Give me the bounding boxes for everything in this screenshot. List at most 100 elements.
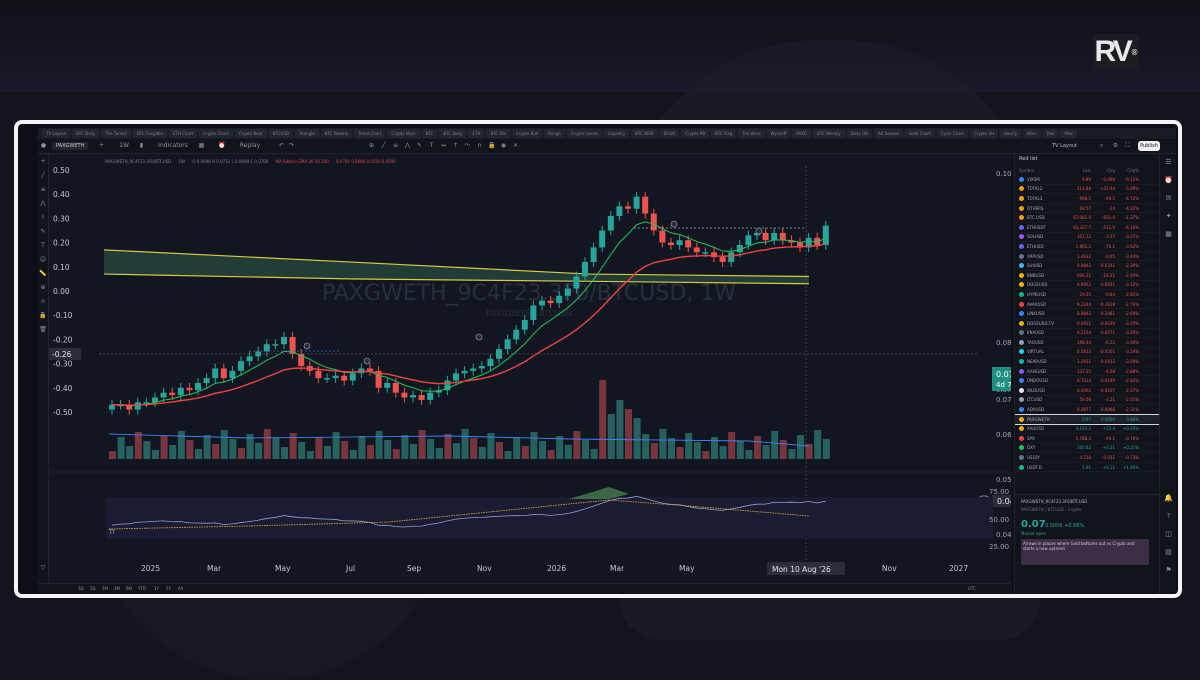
watchlist-row[interactable]: ENAUSD 0.2104 -0.0071 -3.26% — [1015, 329, 1159, 339]
projection-icon[interactable]: ⌇ — [39, 214, 47, 222]
chart-tab[interactable]: Crypto Main — [387, 129, 420, 138]
notifications-icon[interactable]: 🔔 — [1164, 494, 1173, 503]
chart-tab[interactable]: Crypto Levels — [566, 129, 603, 138]
range-all[interactable]: All — [178, 586, 183, 591]
watchlist-row[interactable]: ETHUSDT 63,327.7 -511.0 -4.10% — [1015, 223, 1159, 233]
undo-icon[interactable]: ↶ — [278, 142, 285, 149]
interval-button[interactable]: 1W — [118, 142, 130, 149]
chart-tab[interactable]: Crypto Bear — [234, 129, 267, 138]
watchlist-row[interactable]: VIRTUAL 0.5813 -0.0201 -3.34% — [1015, 348, 1159, 358]
hide-icon[interactable]: ◉ — [500, 142, 507, 149]
watchlist-row[interactable]: ETHUSD 1,865.2 -70.1 -3.62% — [1015, 242, 1159, 252]
chart-tab[interactable]: ETH Chart — [168, 129, 198, 138]
watchlist-row[interactable]: SPX 5,788.3 -44.1 -0.76% — [1015, 434, 1159, 444]
fullscreen-icon[interactable]: ⛶ — [1124, 142, 1131, 149]
draw-path-icon[interactable]: 〜 — [464, 142, 471, 149]
chart-tab[interactable]: Liquidity — [604, 129, 630, 138]
watchlist-row[interactable]: LINKUSD 8.9843 -0.2481 -2.69% — [1015, 309, 1159, 319]
alerts-icon[interactable]: ⏰ — [1164, 176, 1173, 185]
indicators-button[interactable]: Indicators — [158, 142, 188, 149]
chart-tab[interactable]: Crypto Chart — [199, 129, 233, 138]
chart-tab[interactable]: Wyckoff — [766, 129, 791, 138]
draw-pattern-icon[interactable]: ⋀ — [404, 142, 411, 149]
watchlist-row[interactable]: BNBUSD 600.31 -18.21 -2.94% — [1015, 271, 1159, 281]
layers-icon[interactable]: ◫ — [1164, 530, 1173, 539]
lock-drawings-icon[interactable]: 🔒 — [39, 312, 47, 320]
watchlist-row[interactable]: SOLUSD 101.22 -3.37 -3.21% — [1015, 233, 1159, 243]
ruler-icon[interactable]: 📏 — [39, 270, 47, 278]
chart-tab[interactable]: BTC Daily — [72, 129, 100, 138]
brush-icon[interactable]: ✎ — [39, 228, 47, 236]
settings-icon[interactable]: ⚙ — [1112, 142, 1119, 149]
timezone-label[interactable]: UTC — [968, 586, 976, 591]
alert-icon[interactable]: ⏰ — [218, 142, 225, 149]
chart-tab[interactable]: Dex — [1042, 129, 1059, 138]
watchlist-row[interactable]: PAXGWETH 0.07 0.0006 0.86% — [1015, 413, 1159, 426]
watchlist-row[interactable]: USDT.D 5.91 +0.11 +1.90% — [1015, 463, 1159, 473]
magnet-icon[interactable]: ∩ — [39, 298, 47, 306]
watchlist-row[interactable]: VIXSM 9.89 -0.006 -0.11% — [1015, 175, 1159, 185]
chart-tab[interactable]: Trendline — [738, 129, 765, 138]
chart-tab[interactable]: ETH — [468, 129, 485, 138]
help-icon[interactable]: ? — [1164, 512, 1173, 521]
chart-tab[interactable]: PAXG — [792, 129, 812, 138]
watchlist-row[interactable]: NEARUSD 1.2931 -0.0412 -3.09% — [1015, 357, 1159, 367]
chart-tab[interactable]: Triangle — [294, 129, 319, 138]
magnet-icon[interactable]: ∩ — [476, 142, 483, 149]
chart-tab[interactable]: BTC RSI — [486, 129, 510, 138]
draw-crosshair-icon[interactable]: ⊕ — [368, 142, 375, 149]
avatar-icon[interactable]: ● — [40, 142, 47, 149]
chart-tab[interactable]: TV Layout — [42, 129, 71, 138]
watchlist-row[interactable]: AAVEUSD 137.55 -4.08 -2.88% — [1015, 367, 1159, 377]
chart-tab[interactable]: Elliott — [659, 129, 680, 138]
chart-tab[interactable]: Misc — [1060, 129, 1078, 138]
chart-tab[interactable]: Crypto Bull — [511, 129, 543, 138]
watchlist-row[interactable]: DOGEUSD 0.0952 -0.0031 -3.12% — [1015, 281, 1159, 291]
redo-icon[interactable]: ↷ — [288, 142, 295, 149]
chart-tab[interactable]: BTC Daily — [439, 129, 467, 138]
range-5d[interactable]: 5D — [90, 586, 96, 591]
range-1m[interactable]: 1M — [102, 586, 108, 591]
watchlist-row[interactable]: DXY 100.82 +0.21 +0.21% — [1015, 444, 1159, 454]
lock-icon[interactable]: 🔒 — [488, 142, 495, 149]
watchlist-icon[interactable]: ☰ — [1164, 158, 1173, 167]
chart-tab[interactable]: BTC — [421, 129, 438, 138]
chart-tab[interactable]: Crypto 4H — [969, 129, 998, 138]
chart-tab[interactable]: Trend Chart — [354, 129, 386, 138]
watchlist-row[interactable]: SUIUSD 0.9842 -0.0241 -2.39% — [1015, 261, 1159, 271]
trendline-icon[interactable]: ╱ — [39, 172, 47, 180]
chart-tab[interactable]: Gold Chart — [905, 129, 935, 138]
range-1d[interactable]: 1D — [78, 586, 84, 591]
watchlist-row[interactable]: XRPUSD 1.4632 -0.05 -3.44% — [1015, 252, 1159, 262]
chart-tab[interactable]: Alt Season — [873, 129, 904, 138]
watchlist-row[interactable]: US10Y 4.218 -0.031 -0.73% — [1015, 453, 1159, 463]
watchlist-row[interactable]: TOTAL3 998.5 -49.5 -4.72% — [1015, 194, 1159, 204]
replay-button[interactable]: Replay — [238, 142, 262, 149]
chart-tab[interactable]: Range — [544, 129, 565, 138]
watchlist-title[interactable]: Red list — [1015, 154, 1159, 168]
watchlist-row[interactable]: OTHERS 68.57 -24 -4.12% — [1015, 204, 1159, 214]
search-icon[interactable]: ⌕ — [1098, 142, 1105, 149]
draw-measure-icon[interactable]: ↔ — [440, 142, 447, 149]
watchlist-row[interactable]: AVAXUSD 9.2244 -0.2618 -2.76% — [1015, 300, 1159, 310]
fib-icon[interactable]: ≡ — [39, 186, 47, 194]
range-1y[interactable]: 1Y — [154, 586, 159, 591]
chart-tab[interactable]: Crypto PB — [681, 129, 709, 138]
watchlist-row[interactable]: ADAUSD 0.2877 -0.0068 -2.31% — [1015, 405, 1159, 415]
chart-tab[interactable]: BTC Weekly — [320, 129, 353, 138]
watchlist-row[interactable]: TOTAL2 214.88 +31.44 -5.09% — [1015, 185, 1159, 195]
candle-type-icon[interactable]: ▮ — [138, 142, 145, 149]
watchlist-row[interactable]: TAOUSD 198.44 -6.22 -3.04% — [1015, 338, 1159, 348]
watchlist-row[interactable]: WLDUSD 0.4402 -0.0107 -2.37% — [1015, 386, 1159, 396]
watchlist-row[interactable]: HYPEUSD 29.05 -0.84 -2.81% — [1015, 290, 1159, 300]
templates-icon[interactable]: ▦ — [198, 142, 205, 149]
chart-tab[interactable]: Main — [1023, 129, 1041, 138]
chart-tab[interactable]: Cycle Chart — [936, 129, 968, 138]
price-chart[interactable]: 0.600.500.400.300.200.100.00-0.10-0.20-0… — [49, 154, 1011, 583]
draw-fib-icon[interactable]: ≡ — [392, 142, 399, 149]
chart-tab[interactable]: BTC Fungible — [132, 129, 167, 138]
range-3m[interactable]: 3M — [114, 586, 120, 591]
emoji-icon[interactable]: ☺ — [39, 256, 47, 264]
cursor-icon[interactable]: + — [39, 158, 47, 166]
watchlist-row[interactable]: XAUUSD 4,193.2 +12.4 +0.30% — [1015, 424, 1159, 435]
